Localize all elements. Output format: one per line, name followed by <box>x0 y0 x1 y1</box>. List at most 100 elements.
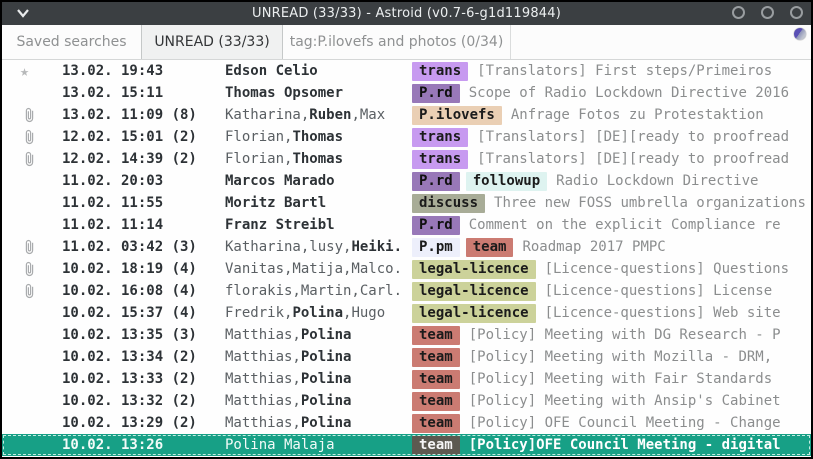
tag-team: team <box>412 370 460 389</box>
thread-authors: Katharina,lusy,Heiki. <box>225 239 412 255</box>
window-title: UNREAD (33/33) - Astroid (v0.7-6-g1d1198… <box>252 6 561 21</box>
tag-legal-licence: legal-licence <box>412 282 536 301</box>
thread-date: 13.02. 11:09 (8) <box>62 107 225 123</box>
thread-subject: [Policy] Meeting with Fair Standards <box>469 371 811 387</box>
tag-followup: followup <box>466 172 547 191</box>
attachment-icon <box>24 239 35 255</box>
row-icon-cell <box>2 151 62 167</box>
tag-team: team <box>412 414 460 433</box>
thread-tags: P.ilovefs <box>412 106 502 125</box>
thread-row[interactable]: 10.02. 13:35 (3) Matthias,Polina team [P… <box>2 324 811 346</box>
thread-tags: P.rd <box>412 216 460 235</box>
star-icon: ★ <box>20 64 29 79</box>
thread-tags: team <box>412 392 460 411</box>
thread-subject: Roadmap 2017 PMPC <box>522 239 811 255</box>
thread-tags: discuss <box>412 194 485 213</box>
window-control-button[interactable] <box>790 6 803 19</box>
window-control-button[interactable] <box>761 6 774 19</box>
thread-tags: P.pmteam <box>412 238 513 257</box>
thread-subject: Scope of Radio Lockdown Directive 2016 <box>469 85 811 101</box>
thread-row[interactable]: 13.02. 11:09 (8) Katharina,Ruben,Max P.i… <box>2 104 811 126</box>
tab-ilovefs-photos[interactable]: tag:P.ilovefs and photos (0/34) <box>283 25 511 59</box>
tab-unread[interactable]: UNREAD (33/33) <box>141 25 283 59</box>
tag-trans: trans <box>412 62 468 81</box>
thread-row[interactable]: 11.02. 11:55 Moritz Bartl discuss Three … <box>2 192 811 214</box>
thread-authors: Matthias,Polina <box>225 327 412 343</box>
thread-row[interactable]: ★ 13.02. 19:43 Edson Celio trans [Transl… <box>2 60 811 82</box>
tag-team: team <box>412 392 460 411</box>
thread-row[interactable]: 11.02. 11:14 Franz Streibl P.rd Comment … <box>2 214 811 236</box>
thread-authors: Matthias,Polina <box>225 393 412 409</box>
thread-row[interactable]: 10.02. 13:26 Polina Malaja team [Policy]… <box>2 434 811 456</box>
thread-row[interactable]: 12.02. 15:01 (2) Florian,Thomas trans [T… <box>2 126 811 148</box>
thread-date: 11.02. 03:42 (3) <box>62 239 225 255</box>
tag-legal-licence: legal-licence <box>412 260 536 279</box>
thread-authors: Florian,Thomas <box>225 151 412 167</box>
thread-authors: Fredrik,Polina,Hugo <box>225 305 412 321</box>
tag-team: team <box>412 326 460 345</box>
row-icon-cell <box>2 239 62 255</box>
author-name: Heiki. <box>351 239 402 255</box>
thread-row[interactable]: 10.02. 13:32 (2) Matthias,Polina team [P… <box>2 390 811 412</box>
thread-authors: Vanitas,Matija,Malco. <box>225 261 412 277</box>
thread-row[interactable]: 10.02. 16:08 (4) florakis,Martin,Carl. l… <box>2 280 811 302</box>
thread-row[interactable]: 12.02. 14:39 (2) Florian,Thomas trans [T… <box>2 148 811 170</box>
thread-authors: florakis,Martin,Carl. <box>225 283 412 299</box>
thread-tags: trans <box>412 128 468 147</box>
tag-team: team <box>412 348 460 367</box>
author-name: Polina <box>292 305 343 321</box>
thread-row[interactable]: 10.02. 13:33 (2) Matthias,Polina team [P… <box>2 368 811 390</box>
thread-date: 10.02. 15:37 (4) <box>62 305 225 321</box>
thread-row[interactable]: 13.02. 15:11 Thomas Opsomer P.rd Scope o… <box>2 82 811 104</box>
window-control-button[interactable] <box>732 6 745 19</box>
thread-date: 10.02. 13:35 (3) <box>62 327 225 343</box>
row-icon-cell <box>2 261 62 277</box>
author-name: ,Max <box>351 107 385 123</box>
thread-date: 12.02. 14:39 (2) <box>62 151 225 167</box>
thread-row[interactable]: 10.02. 13:34 (2) Matthias,Polina team [P… <box>2 346 811 368</box>
thread-subject: Radio Lockdown Directive <box>556 173 811 189</box>
thread-tags: team <box>412 370 460 389</box>
thread-date: 13.02. 15:11 <box>62 85 225 101</box>
thread-subject: [Policy]OFE Council Meeting - digital <box>469 437 811 453</box>
titlebar: UNREAD (33/33) - Astroid (v0.7-6-g1d1198… <box>2 2 811 25</box>
thread-date: 12.02. 15:01 (2) <box>62 129 225 145</box>
thread-subject: Three new FOSS umbrella organizations <box>494 195 811 211</box>
thread-row[interactable]: 10.02. 15:37 (4) Fredrik,Polina,Hugo leg… <box>2 302 811 324</box>
thread-tags: trans <box>412 62 468 81</box>
thread-subject: [Licence-questions] Questions <box>545 261 811 277</box>
thread-tags: team <box>412 414 460 433</box>
thread-list: ★ 13.02. 19:43 Edson Celio trans [Transl… <box>2 60 811 457</box>
author-name: Edson Celio <box>225 63 318 79</box>
tag-trans: trans <box>412 150 468 169</box>
author-name: Matthias, <box>225 415 301 431</box>
thread-subject: [Policy] Meeting with DG Research - P <box>469 327 811 343</box>
attachment-icon <box>24 129 35 145</box>
thread-date: 11.02. 11:55 <box>62 195 225 211</box>
thread-subject: Comment on the explicit Compliance re <box>469 217 811 233</box>
thread-tags: P.rdfollowup <box>412 172 547 191</box>
tag-legal-licence: legal-licence <box>412 304 536 323</box>
tab-saved-searches[interactable]: Saved searches <box>2 25 141 59</box>
thread-tags: team <box>412 436 460 455</box>
thread-tags: P.rd <box>412 84 460 103</box>
tag-P.pm: P.pm <box>412 238 460 257</box>
author-name: Polina <box>301 327 352 343</box>
author-name: Franz Streibl <box>225 217 335 233</box>
thread-subject: [Policy] OFE Council Meeting - Change <box>469 415 811 431</box>
thread-tags: team <box>412 348 460 367</box>
row-icon-cell <box>2 129 62 145</box>
thread-row[interactable]: 11.02. 20:03 Marcos Marado P.rdfollowup … <box>2 170 811 192</box>
thread-date: 10.02. 13:34 (2) <box>62 349 225 365</box>
row-icon-cell: ★ <box>2 64 62 79</box>
thread-row[interactable]: 11.02. 03:42 (3) Katharina,lusy,Heiki. P… <box>2 236 811 258</box>
author-name: Polina <box>301 415 352 431</box>
thread-date: 10.02. 16:08 (4) <box>62 283 225 299</box>
author-name: Florian, <box>225 151 292 167</box>
tag-P.rd: P.rd <box>412 84 460 103</box>
thread-row[interactable]: 10.02. 18:19 (4) Vanitas,Matija,Malco. l… <box>2 258 811 280</box>
author-name: Moritz Bartl <box>225 195 326 211</box>
chevron-down-icon[interactable] <box>16 8 30 18</box>
thread-authors: Moritz Bartl <box>225 195 412 211</box>
thread-row[interactable]: 10.02. 13:29 (2) Matthias,Polina team [P… <box>2 412 811 434</box>
